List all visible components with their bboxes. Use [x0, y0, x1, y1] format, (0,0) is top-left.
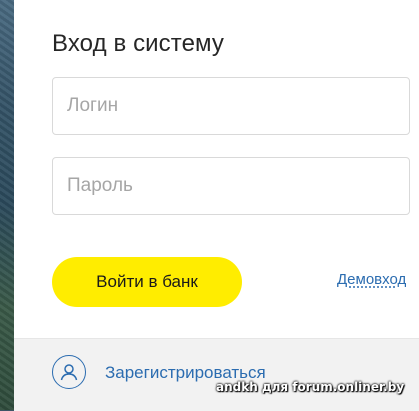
page-title: Вход в систему [52, 30, 225, 57]
password-input[interactable] [52, 157, 410, 215]
login-panel: Вход в систему Войти в банк Демовход Зар… [14, 0, 419, 411]
user-icon[interactable] [52, 355, 86, 389]
register-footer: Зарегистрироваться [14, 338, 419, 411]
login-input[interactable] [52, 77, 410, 135]
demo-login-link[interactable]: Демовход [337, 271, 406, 288]
watermark: andkh для forum.onliner.by [216, 380, 405, 394]
background-image [0, 0, 14, 410]
login-button[interactable]: Войти в банк [52, 257, 242, 307]
